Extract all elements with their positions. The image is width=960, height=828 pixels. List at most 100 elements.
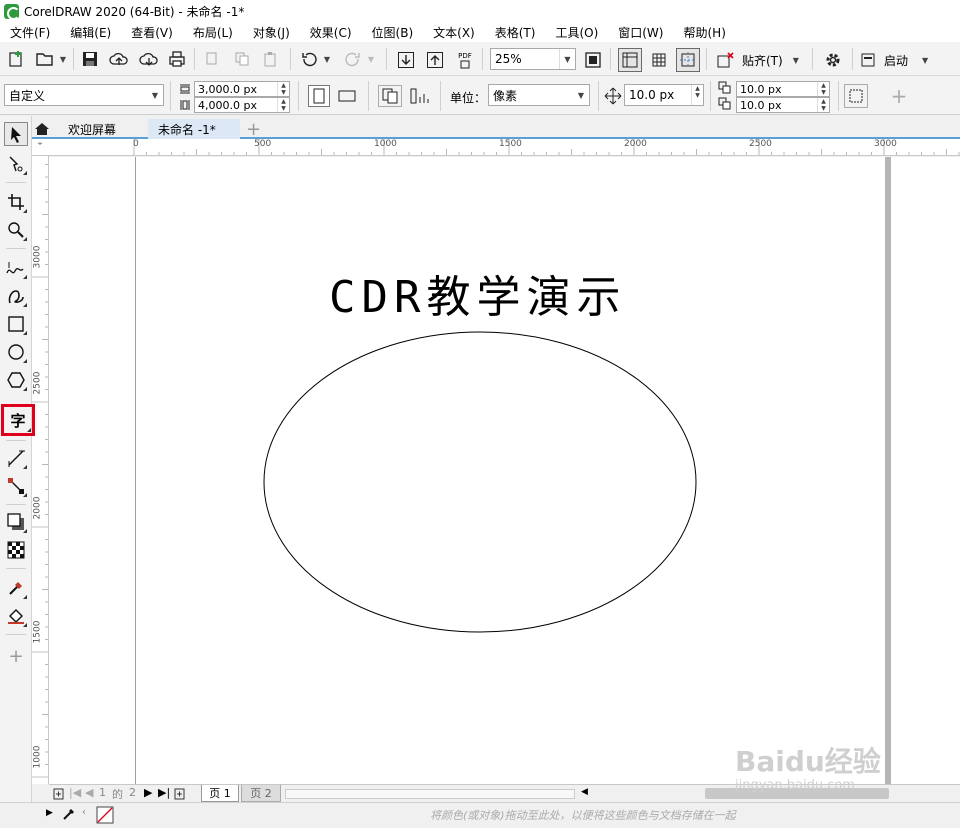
home-tab[interactable] bbox=[32, 119, 52, 139]
eyedropper-tool[interactable] bbox=[4, 576, 28, 600]
artistic-media-tool[interactable] bbox=[4, 284, 28, 308]
menu-text[interactable]: 文本(X) bbox=[433, 24, 475, 41]
page-height-field[interactable]: 4,000.0 px ▲ ▼ bbox=[194, 97, 290, 113]
zoom-tool[interactable] bbox=[4, 218, 28, 242]
text-tool[interactable]: 字 bbox=[1, 404, 35, 436]
menu-object[interactable]: 对象(J) bbox=[253, 24, 290, 41]
undo-button[interactable] bbox=[298, 50, 320, 68]
nudge-spinner-icon[interactable]: ▲ ▼ bbox=[691, 85, 703, 105]
last-page-icon[interactable]: ▶| bbox=[158, 786, 170, 799]
drop-shadow-tool[interactable] bbox=[4, 510, 28, 534]
transparency-tool[interactable] bbox=[4, 538, 28, 562]
menu-edit[interactable]: 编辑(E) bbox=[70, 24, 111, 41]
page-border-button[interactable] bbox=[844, 84, 868, 108]
cloud-upload-button[interactable] bbox=[108, 50, 130, 68]
zoom-dropdown-icon[interactable]: ▼ bbox=[559, 49, 575, 69]
new-tab-button[interactable]: + bbox=[242, 119, 264, 140]
first-page-icon[interactable]: |◀ bbox=[69, 786, 81, 799]
no-fill-swatch-icon[interactable] bbox=[96, 806, 114, 824]
horizontal-ruler[interactable]: 0 500 1000 1500 2000 2500 3000 bbox=[48, 139, 960, 156]
width-spinner-icon[interactable]: ▲ ▼ bbox=[277, 82, 289, 96]
menu-view[interactable]: 查看(V) bbox=[131, 24, 173, 41]
tab-document[interactable]: 未命名 -1* bbox=[148, 119, 240, 139]
snap-off-button[interactable] bbox=[714, 50, 736, 70]
cut-button[interactable] bbox=[202, 50, 222, 68]
launch-menu[interactable]: 启动 ▼ bbox=[860, 50, 940, 70]
units-dropdown-icon[interactable]: ▼ bbox=[573, 85, 589, 105]
add-page-before-icon[interactable] bbox=[53, 788, 65, 800]
menu-table[interactable]: 表格(T) bbox=[495, 24, 536, 41]
parallel-dimension-tool[interactable] bbox=[4, 446, 28, 470]
page-preset-select[interactable]: 自定义 ▼ bbox=[4, 84, 164, 106]
page-tab-2[interactable]: 页 2 bbox=[241, 785, 281, 802]
height-spinner-icon[interactable]: ▲ ▼ bbox=[277, 98, 289, 112]
ellipse-object[interactable] bbox=[263, 331, 699, 637]
export-button[interactable] bbox=[425, 50, 445, 70]
menu-effects[interactable]: 效果(C) bbox=[310, 24, 352, 41]
redo-dropdown-icon[interactable]: ▼ bbox=[366, 52, 376, 66]
new-document-button[interactable] bbox=[6, 50, 26, 68]
paste-button[interactable] bbox=[260, 50, 280, 68]
palette-scroll-left-icon[interactable]: ‹ bbox=[82, 807, 86, 818]
units-select[interactable]: 像素 ▼ bbox=[488, 84, 590, 106]
horizontal-scrollbar-track[interactable] bbox=[285, 789, 575, 799]
redo-button[interactable] bbox=[342, 50, 364, 68]
copy-button[interactable] bbox=[232, 50, 252, 68]
previous-page-icon[interactable]: ◀ bbox=[85, 786, 93, 799]
nudge-distance-field[interactable]: 10.0 px ▲ ▼ bbox=[624, 84, 704, 106]
palette-expand-icon[interactable]: ▶ bbox=[46, 808, 53, 818]
quick-customize-button[interactable]: + bbox=[4, 644, 28, 668]
ruler-origin[interactable]: ⌖ bbox=[32, 139, 49, 156]
import-button[interactable] bbox=[396, 50, 416, 70]
add-property-button[interactable]: + bbox=[888, 84, 910, 108]
duplicate-x-field[interactable]: 10.0 px ▲ ▼ bbox=[736, 81, 830, 97]
show-guidelines-button[interactable] bbox=[676, 48, 700, 72]
publish-pdf-button[interactable]: PDF bbox=[454, 50, 476, 70]
next-page-icon[interactable]: ▶ bbox=[144, 786, 152, 799]
show-grid-button[interactable] bbox=[648, 50, 670, 70]
vertical-ruler[interactable]: 3000 2500 2000 1500 1000 bbox=[32, 156, 49, 784]
vertical-scrollbar[interactable] bbox=[885, 157, 891, 784]
color-eyedropper-icon[interactable] bbox=[62, 807, 76, 821]
tab-welcome-screen[interactable]: 欢迎屏幕 bbox=[58, 119, 148, 139]
page-tab-1[interactable]: 页 1 bbox=[201, 785, 239, 802]
crop-tool[interactable] bbox=[4, 190, 28, 214]
open-dropdown-icon[interactable]: ▼ bbox=[58, 52, 68, 66]
current-page-button[interactable] bbox=[408, 85, 432, 107]
undo-dropdown-icon[interactable]: ▼ bbox=[322, 52, 332, 66]
menu-window[interactable]: 窗口(W) bbox=[618, 24, 663, 41]
rectangle-tool[interactable] bbox=[4, 312, 28, 336]
page-width-field[interactable]: 3,000.0 px ▲ ▼ bbox=[194, 81, 290, 97]
open-button[interactable] bbox=[34, 50, 56, 68]
print-button[interactable] bbox=[166, 50, 188, 68]
menu-bitmaps[interactable]: 位图(B) bbox=[372, 24, 414, 41]
connector-tool[interactable] bbox=[4, 474, 28, 498]
cloud-download-button[interactable] bbox=[138, 50, 160, 68]
menu-tools[interactable]: 工具(O) bbox=[555, 24, 598, 41]
preset-dropdown-icon[interactable]: ▼ bbox=[147, 85, 163, 105]
snap-to-menu[interactable]: 贴齐(T) ▼ bbox=[742, 50, 804, 70]
horizontal-scrollbar-thumb[interactable] bbox=[705, 788, 889, 799]
duplicate-y-field[interactable]: 10.0 px ▲ ▼ bbox=[736, 97, 830, 113]
polygon-tool[interactable] bbox=[4, 368, 28, 392]
interactive-fill-tool[interactable] bbox=[4, 604, 28, 628]
ellipse-tool[interactable] bbox=[4, 340, 28, 364]
all-pages-button[interactable] bbox=[378, 85, 402, 107]
freehand-tool[interactable] bbox=[4, 256, 28, 280]
landscape-button[interactable] bbox=[336, 85, 358, 107]
dup-y-spinner-icon[interactable]: ▲ ▼ bbox=[817, 98, 829, 112]
zoom-level-field[interactable]: 25% ▼ bbox=[490, 48, 576, 70]
shape-tool[interactable] bbox=[4, 152, 28, 176]
scroll-left-icon[interactable]: ◀ bbox=[581, 787, 588, 797]
drawing-canvas[interactable]: CDR教学演示 bbox=[49, 157, 960, 784]
options-button[interactable] bbox=[822, 50, 844, 70]
dup-x-spinner-icon[interactable]: ▲ ▼ bbox=[817, 82, 829, 96]
menu-layout[interactable]: 布局(L) bbox=[193, 24, 233, 41]
artistic-text-object[interactable]: CDR教学演示 bbox=[329, 261, 626, 325]
add-page-after-icon[interactable] bbox=[174, 788, 186, 800]
show-rulers-button[interactable] bbox=[618, 48, 642, 72]
pick-tool[interactable] bbox=[4, 122, 28, 146]
save-button[interactable] bbox=[80, 50, 100, 68]
menu-file[interactable]: 文件(F) bbox=[10, 24, 50, 41]
full-screen-preview-button[interactable] bbox=[582, 50, 604, 70]
